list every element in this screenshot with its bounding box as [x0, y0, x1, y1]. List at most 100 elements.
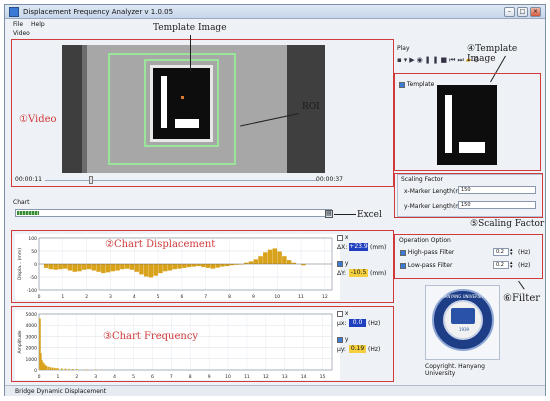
highpass-input[interactable]: 0.2: [493, 248, 509, 256]
scaling-callout: ⑤Scaling Factor: [470, 219, 545, 229]
lowpass-stepper-icon[interactable]: ▴ ▾: [510, 261, 513, 270]
highpass-checkbox[interactable]: [400, 249, 406, 256]
chart-bar: [267, 249, 273, 264]
chart-displacement-callout: ②Chart Displacement: [105, 239, 216, 250]
status-bar: Bridge Dynamic Displacement: [5, 385, 545, 396]
record-icon[interactable]: ◉: [417, 56, 425, 64]
filter-callout-line: [518, 280, 525, 290]
chart-section-label: Chart: [13, 199, 30, 206]
chart-bar: [68, 368, 71, 370]
x-tick-label: 12: [263, 374, 269, 380]
minimize-icon[interactable]: –: [504, 7, 515, 17]
x-tick-label: 4: [113, 374, 116, 380]
menu-file[interactable]: File: [13, 21, 23, 28]
chart-bar: [153, 264, 158, 276]
highpass-stepper-icon[interactable]: ▴ ▾: [510, 248, 513, 257]
x-tick-label: 14: [301, 374, 307, 380]
chart-bar: [91, 264, 97, 271]
time-slider-thumb[interactable]: [89, 176, 93, 184]
chart-bar: [139, 264, 144, 275]
x-tick-label: 3: [109, 294, 112, 300]
chart-bar: [282, 256, 287, 264]
chart-bar: [110, 264, 116, 272]
chart-bar: [263, 252, 268, 264]
displacement-info-panel: x ΔX: +23.9 (mm) y ΔY: -10.5 (mm): [337, 234, 392, 282]
dx-unit: (mm): [370, 244, 387, 251]
x-tick-label: 5: [157, 294, 160, 300]
x-tick-label: 12: [322, 294, 328, 300]
chart-bar: [163, 264, 168, 272]
chart-bar: [49, 367, 52, 370]
pause-icon[interactable]: ❚❚: [425, 56, 441, 64]
chart-bar: [210, 264, 216, 269]
template-callout-line: [190, 35, 191, 71]
next-icon[interactable]: ⏭: [457, 56, 465, 64]
chart-bar: [51, 367, 54, 370]
chart-bar: [45, 366, 48, 370]
chart-bar: [272, 248, 278, 264]
close-icon[interactable]: ×: [530, 7, 541, 17]
template-checkbox-row: Template: [399, 81, 434, 88]
y-tick-label: 100: [28, 236, 37, 242]
chart-bar: [53, 264, 58, 270]
chart-bar: [248, 261, 254, 264]
maximize-icon[interactable]: □: [517, 7, 528, 17]
progress-bar: [17, 211, 39, 215]
stop-icon[interactable]: ■: [441, 56, 450, 64]
video-frame[interactable]: [62, 45, 325, 173]
x-tick-label: 2: [75, 374, 78, 380]
chart-frequency-callout: ③Chart Frequency: [103, 331, 199, 342]
chart-bar: [191, 264, 197, 267]
x-tick-label: 6: [180, 294, 183, 300]
chart-bar: [58, 264, 63, 270]
app-icon: [9, 7, 19, 17]
time-slider-track[interactable]: [45, 180, 317, 181]
x-tick-label: 9: [208, 374, 211, 380]
lowpass-unit: (Hz): [518, 262, 531, 269]
dy-value: -10.5: [349, 269, 368, 277]
chart-bar: [258, 256, 263, 264]
chart-bar: [253, 259, 259, 264]
chart-bar: [86, 264, 92, 270]
video-shadow-left: [62, 45, 82, 173]
video-callout: ①Video: [19, 114, 57, 125]
menu-help[interactable]: Help: [31, 21, 45, 28]
template-checkbox[interactable]: [399, 81, 405, 88]
x-tick-label: 1: [61, 294, 64, 300]
chart-toolbar: [15, 209, 332, 217]
chart-bar: [286, 260, 292, 264]
fy-unit: (Hz): [368, 346, 381, 353]
chart-bar: [43, 264, 49, 268]
play-dropdown-icon[interactable]: ▪▾: [397, 56, 409, 64]
lowpass-checkbox[interactable]: [400, 262, 406, 269]
dx-value: +23.9: [349, 243, 368, 251]
fx-value: 0.0: [349, 319, 366, 327]
chart-bar: [201, 264, 206, 268]
dx-label: ΔX:: [337, 244, 348, 251]
freq-x-label: x: [344, 310, 349, 317]
x-tick-label: 1: [56, 374, 59, 380]
x-tick-label: 8: [189, 374, 192, 380]
freq-y-checkbox[interactable]: [337, 336, 343, 343]
freq-x-checkbox[interactable]: [337, 310, 343, 317]
x-tick-label: 3: [94, 374, 97, 380]
chart-bar: [182, 264, 187, 268]
x-label: x: [344, 234, 349, 241]
lowpass-input[interactable]: 0.2: [493, 261, 509, 269]
dy-label: ΔY:: [337, 270, 346, 277]
chart-bar: [277, 251, 282, 264]
fy-label: μy:: [337, 346, 346, 353]
chart-bar: [105, 264, 111, 273]
x-checkbox[interactable]: [337, 234, 343, 241]
x-tick-label: 2: [85, 294, 88, 300]
y-checkbox[interactable]: [337, 260, 343, 267]
chart-bar: [101, 264, 106, 274]
chart-bar: [196, 264, 201, 267]
chart-bar: [205, 264, 211, 268]
chart-bar: [53, 367, 55, 370]
play-icon[interactable]: ▶: [409, 56, 416, 64]
chart-bar: [120, 264, 125, 270]
copyright-text: Copyright. Hanyang University: [425, 363, 485, 377]
excel-export-icon[interactable]: ▤: [325, 210, 333, 218]
template-label: Template: [406, 81, 435, 88]
